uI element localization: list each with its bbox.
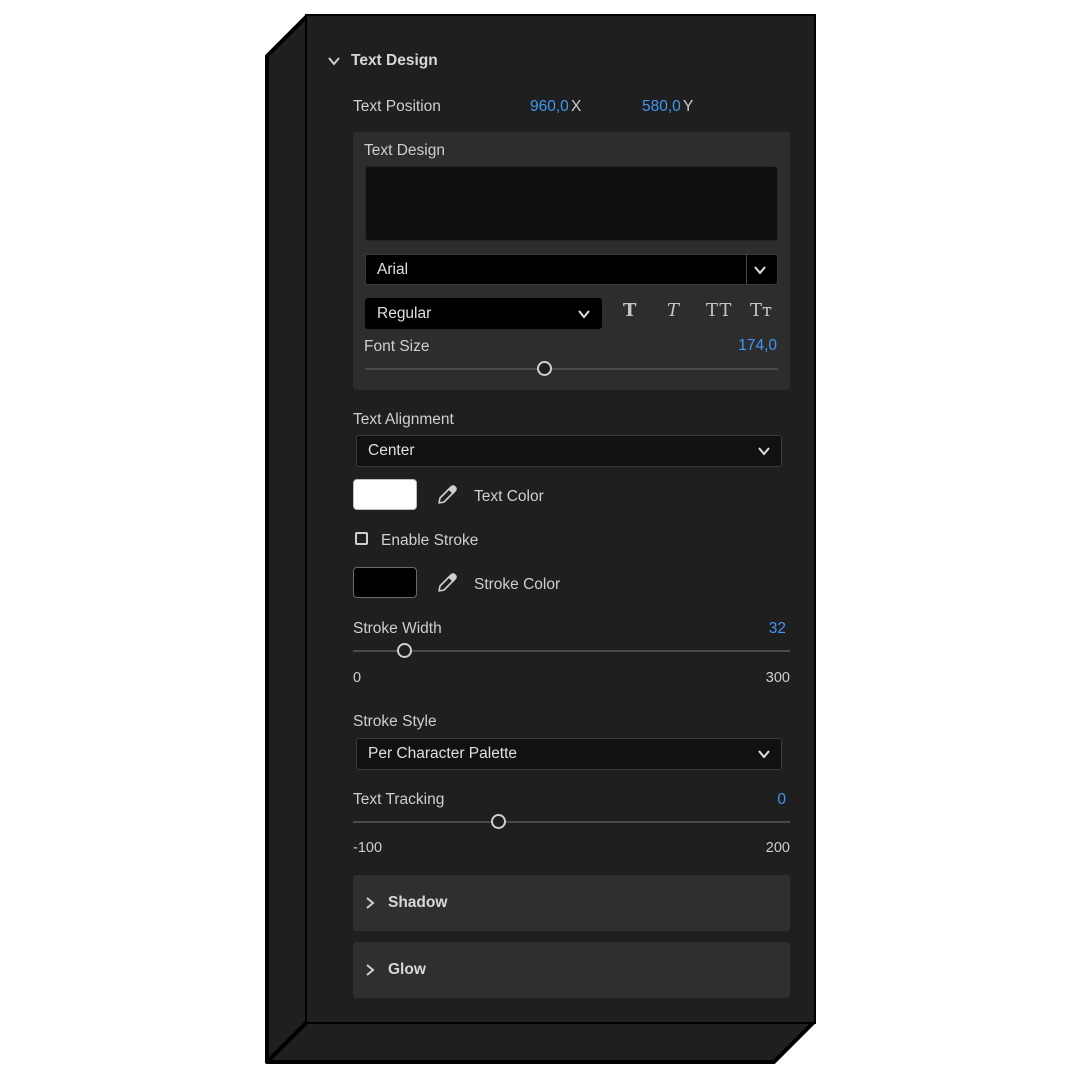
stroke-style-value: Per Character Palette — [368, 745, 518, 762]
text-tracking-label: Text Tracking — [353, 791, 445, 808]
text-tracking-min: -100 — [353, 840, 383, 856]
select-divider — [746, 255, 747, 284]
text-tracking-value[interactable]: 0 — [777, 791, 786, 809]
slider-track — [365, 368, 778, 370]
bold-icon[interactable]: T — [623, 300, 636, 321]
text-alignment-value: Center — [368, 442, 415, 459]
stroke-width-max: 300 — [765, 670, 790, 686]
slider-track — [353, 821, 790, 823]
text-design-label: Text Design — [364, 142, 445, 159]
glow-label: Glow — [388, 961, 426, 978]
stroke-width-min: 0 — [353, 670, 362, 686]
eyedropper-icon[interactable] — [435, 483, 459, 507]
text-position-x-value[interactable]: 960,0 — [530, 98, 569, 116]
font-style-value: Regular — [377, 304, 432, 322]
small-caps-icon[interactable]: Tт — [750, 300, 772, 321]
shadow-section-header[interactable]: Shadow — [353, 875, 790, 931]
chevron-down-icon — [758, 447, 770, 456]
chevron-right-icon — [366, 964, 375, 976]
stroke-color-label: Stroke Color — [474, 576, 561, 593]
stroke-width-slider[interactable] — [353, 641, 790, 661]
section-title: Text Design — [351, 52, 438, 69]
font-family-select[interactable]: Arial — [365, 254, 778, 285]
italic-icon[interactable]: T — [667, 300, 679, 321]
text-design-input[interactable] — [365, 166, 778, 241]
chevron-down-icon — [578, 309, 590, 319]
text-position-x-axis: X — [571, 98, 582, 115]
enable-stroke-checkbox[interactable] — [355, 532, 368, 545]
text-position-label: Text Position — [353, 98, 441, 115]
shadow-label: Shadow — [388, 894, 448, 911]
font-family-value: Arial — [377, 260, 409, 278]
slider-knob[interactable] — [537, 361, 553, 376]
text-design-group: Text Design Arial Regular T T TT Tт Font… — [353, 132, 790, 390]
font-size-label: Font Size — [364, 338, 430, 355]
eyedropper-icon[interactable] — [435, 571, 459, 595]
stroke-width-value[interactable]: 32 — [769, 620, 786, 638]
font-size-slider[interactable] — [365, 359, 778, 379]
text-color-swatch[interactable] — [353, 479, 417, 510]
text-alignment-label: Text Alignment — [353, 411, 454, 428]
text-tracking-slider[interactable] — [353, 812, 790, 832]
glow-section-header[interactable]: Glow — [353, 942, 790, 998]
slider-knob[interactable] — [491, 814, 507, 829]
effect-controls-panel: Text Design Text Position 960,0 X 580,0 … — [307, 16, 814, 1022]
chevron-down-icon — [758, 750, 770, 759]
text-position-y-axis: Y — [683, 98, 694, 115]
text-color-label: Text Color — [474, 488, 544, 505]
enable-stroke-label: Enable Stroke — [381, 532, 479, 549]
all-caps-icon[interactable]: TT — [706, 300, 732, 321]
text-position-y-value[interactable]: 580,0 — [642, 98, 681, 116]
chevron-down-icon — [328, 57, 340, 66]
stroke-color-swatch[interactable] — [353, 567, 417, 598]
chevron-down-icon — [754, 265, 766, 275]
stroke-style-label: Stroke Style — [353, 713, 437, 730]
chevron-right-icon — [366, 897, 375, 909]
slider-knob[interactable] — [397, 643, 413, 658]
text-design-section-header[interactable]: Text Design — [327, 52, 438, 70]
font-size-value[interactable]: 174,0 — [738, 337, 777, 355]
text-tracking-max: 200 — [765, 840, 790, 856]
text-alignment-select[interactable]: Center — [356, 435, 782, 467]
font-style-select[interactable]: Regular — [365, 298, 602, 329]
slider-track — [353, 650, 790, 652]
stroke-style-select[interactable]: Per Character Palette — [356, 738, 782, 770]
stroke-width-label: Stroke Width — [353, 620, 442, 637]
